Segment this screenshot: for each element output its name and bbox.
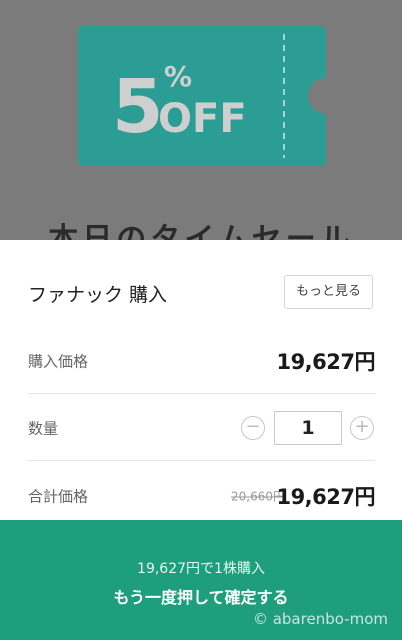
purchase-price-row: 購入価格 19,627円 [28, 328, 375, 394]
total-price-label: 合計価格 [28, 487, 89, 506]
quantity-increase-icon[interactable]: + [350, 415, 374, 440]
quantity-row: 数量 − + [28, 395, 375, 461]
total-price-value: 19,627円 [276, 485, 375, 509]
purchase-price-label: 購入価格 [28, 352, 89, 370]
quantity-label: 数量 [28, 419, 59, 437]
more-button[interactable]: もっと見る [284, 275, 373, 309]
confirm-action-label: もう一度押して確定する [113, 588, 289, 607]
coupon-number: 5 [112, 64, 164, 150]
confirm-purchase-button[interactable]: 19,627円で1株購入 もう一度押して確定する © abarenbo-mom [0, 520, 402, 640]
sale-title: 本日のタイムセール [48, 222, 354, 240]
quantity-decrease-icon[interactable]: − [241, 415, 265, 440]
dimmed-backdrop[interactable]: 5 % OFF 本日のタイムセール [0, 0, 402, 240]
quantity-input[interactable] [274, 410, 342, 445]
watermark: © abarenbo-mom [252, 610, 388, 628]
purchase-price-value: 19,627円 [276, 349, 375, 374]
coupon-percent: % [164, 60, 192, 93]
sheet-title: ファナック 購入 [28, 284, 168, 306]
discount-coupon-image: 5 % OFF [78, 26, 326, 166]
purchase-sheet: ファナック 購入 もっと見る 購入価格 19,627円 数量 − + 合計価格 … [0, 240, 402, 520]
purchase-screen: 5 % OFF 本日のタイムセール ファナック 購入 もっと見る 購入価格 19… [0, 0, 402, 640]
purchase-summary: 19,627円で1株購入 [137, 561, 265, 577]
coupon-off: OFF [158, 96, 247, 142]
